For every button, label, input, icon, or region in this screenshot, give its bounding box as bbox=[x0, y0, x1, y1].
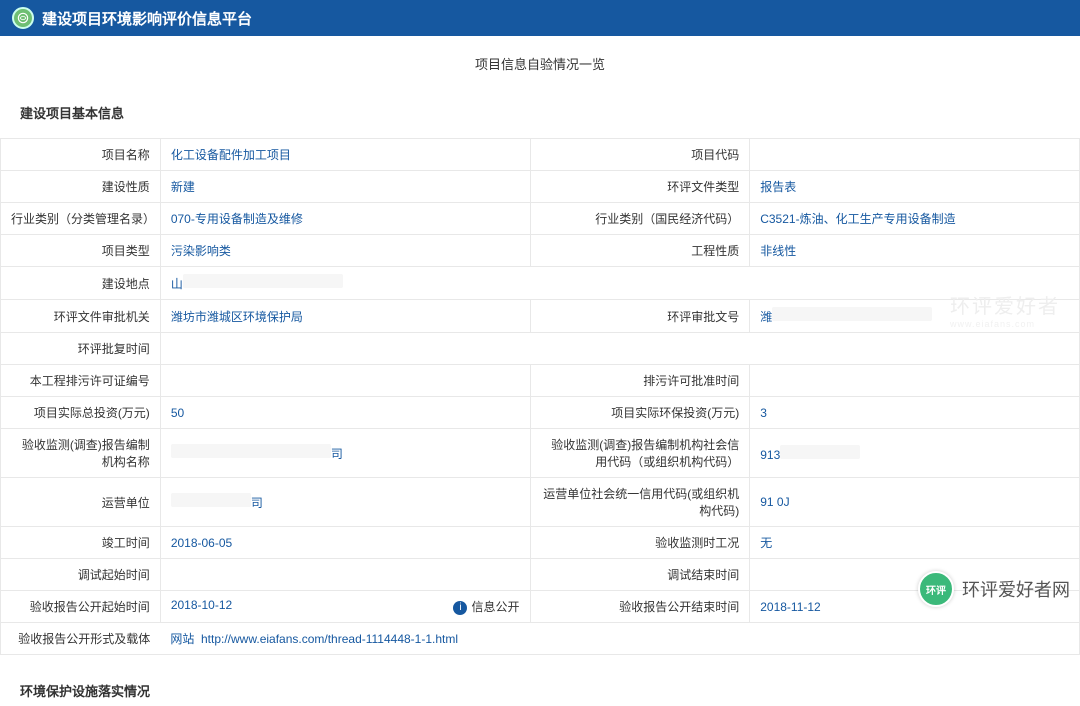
value-accept-org-code: 913 bbox=[750, 429, 1080, 478]
media-prefix: 网站 bbox=[170, 632, 194, 646]
value-project-type: 污染影响类 bbox=[160, 235, 530, 267]
value-discharge-permit-time bbox=[750, 365, 1080, 397]
label-industry-econ: 行业类别（国民经济代码） bbox=[530, 203, 750, 235]
watermark-badge: 环评 环评爱好者网 bbox=[918, 571, 1070, 607]
value-total-invest: 50 bbox=[160, 397, 530, 429]
label-complete-time: 竣工时间 bbox=[1, 527, 161, 559]
table-row: 环评文件审批机关 潍坊市潍城区环境保护局 环评审批文号 潍 bbox=[1, 300, 1080, 333]
section-basic-info-title: 建设项目基本信息 bbox=[0, 95, 1080, 130]
redacted-block bbox=[171, 493, 251, 507]
page-subtitle: 项目信息自验情况一览 bbox=[0, 36, 1080, 95]
label-debug-start: 调试起始时间 bbox=[1, 559, 161, 591]
media-url-link[interactable]: http://www.eiafans.com/thread-1114448-1-… bbox=[201, 632, 458, 646]
label-operator: 运营单位 bbox=[1, 478, 161, 527]
redacted-block bbox=[183, 274, 343, 288]
label-accept-org-code: 验收监测(调查)报告编制机构社会信用代码（或组织机构代码） bbox=[530, 429, 750, 478]
table-row: 行业类别（分类管理名录） 070-专用设备制造及维修 行业类别（国民经济代码） … bbox=[1, 203, 1080, 235]
table-row: 建设性质 新建 环评文件类型 报告表 bbox=[1, 171, 1080, 203]
label-report-pub-end: 验收报告公开结束时间 bbox=[530, 591, 750, 623]
value-report-pub-start: 2018-10-12 i信息公开 bbox=[160, 591, 530, 623]
table-row: 项目实际总投资(万元) 50 项目实际环保投资(万元) 3 bbox=[1, 397, 1080, 429]
value-env-invest: 3 bbox=[750, 397, 1080, 429]
label-eia-approval-no: 环评审批文号 bbox=[530, 300, 750, 333]
label-discharge-permit-no: 本工程排污许可证编号 bbox=[1, 365, 161, 397]
label-build-nature: 建设性质 bbox=[1, 171, 161, 203]
watermark-brand-name: 环评爱好者网 bbox=[962, 576, 1070, 602]
label-total-invest: 项目实际总投资(万元) bbox=[1, 397, 161, 429]
table-row: 验收监测(调查)报告编制机构名称 司 验收监测(调查)报告编制机构社会信用代码（… bbox=[1, 429, 1080, 478]
label-project-code: 项目代码 bbox=[530, 139, 750, 171]
label-operator-code: 运营单位社会统一信用代码(或组织机构代码) bbox=[530, 478, 750, 527]
label-eia-doc-type: 环评文件类型 bbox=[530, 171, 750, 203]
value-industry-cat: 070-专用设备制造及维修 bbox=[160, 203, 530, 235]
label-project-name: 项目名称 bbox=[1, 139, 161, 171]
value-eia-approval-no: 潍 bbox=[750, 300, 1080, 333]
label-industry-cat: 行业类别（分类管理名录） bbox=[1, 203, 161, 235]
label-eia-review-org: 环评文件审批机关 bbox=[1, 300, 161, 333]
label-report-pub-media: 验收报告公开形式及载体 bbox=[1, 623, 161, 655]
redacted-block bbox=[171, 444, 331, 458]
label-debug-end: 调试结束时间 bbox=[530, 559, 750, 591]
label-accept-org-name: 验收监测(调查)报告编制机构名称 bbox=[1, 429, 161, 478]
label-project-type: 项目类型 bbox=[1, 235, 161, 267]
value-eng-nature: 非线性 bbox=[750, 235, 1080, 267]
label-eia-approval-time: 环评批复时间 bbox=[1, 333, 161, 365]
redacted-block bbox=[780, 445, 860, 459]
table-row: 运营单位 司 运营单位社会统一信用代码(或组织机构代码) 91 0J bbox=[1, 478, 1080, 527]
value-project-code bbox=[750, 139, 1080, 171]
label-build-addr: 建设地点 bbox=[1, 267, 161, 300]
table-row: 项目类型 污染影响类 工程性质 非线性 bbox=[1, 235, 1080, 267]
value-operator: 司 bbox=[160, 478, 530, 527]
value-build-addr: 山 bbox=[160, 267, 1079, 300]
value-project-name: 化工设备配件加工项目 bbox=[160, 139, 530, 171]
value-report-pub-media: 网站 http://www.eiafans.com/thread-1114448… bbox=[160, 623, 1079, 655]
platform-title: 建设项目环境影响评价信息平台 bbox=[42, 8, 252, 29]
table-row: 本工程排污许可证编号 排污许可批准时间 bbox=[1, 365, 1080, 397]
value-monitor-status: 无 bbox=[750, 527, 1080, 559]
label-env-invest: 项目实际环保投资(万元) bbox=[530, 397, 750, 429]
top-header: 建设项目环境影响评价信息平台 bbox=[0, 0, 1080, 36]
platform-logo-icon bbox=[12, 7, 34, 29]
value-discharge-permit-no bbox=[160, 365, 530, 397]
value-eia-review-org: 潍坊市潍城区环境保护局 bbox=[160, 300, 530, 333]
value-build-nature: 新建 bbox=[160, 171, 530, 203]
label-eng-nature: 工程性质 bbox=[530, 235, 750, 267]
redacted-block bbox=[772, 307, 932, 321]
label-report-pub-start: 验收报告公开起始时间 bbox=[1, 591, 161, 623]
section-env-facility-title: 环境保护设施落实情况 bbox=[0, 673, 1080, 706]
table-row: 竣工时间 2018-06-05 验收监测时工况 无 bbox=[1, 527, 1080, 559]
label-discharge-permit-time: 排污许可批准时间 bbox=[530, 365, 750, 397]
info-public-text[interactable]: 信息公开 bbox=[471, 600, 519, 614]
watermark-avatar-icon: 环评 bbox=[918, 571, 954, 607]
value-operator-code: 91 0J bbox=[750, 478, 1080, 527]
table-row: 环评批复时间 bbox=[1, 333, 1080, 365]
value-eia-doc-type: 报告表 bbox=[750, 171, 1080, 203]
table-row-highlighted: 验收报告公开形式及载体 网站 http://www.eiafans.com/th… bbox=[1, 623, 1080, 655]
value-accept-org-name: 司 bbox=[160, 429, 530, 478]
value-industry-econ: C3521-炼油、化工生产专用设备制造 bbox=[750, 203, 1080, 235]
value-complete-time: 2018-06-05 bbox=[160, 527, 530, 559]
label-monitor-status: 验收监测时工况 bbox=[530, 527, 750, 559]
table-row: 项目名称 化工设备配件加工项目 项目代码 bbox=[1, 139, 1080, 171]
value-debug-start bbox=[160, 559, 530, 591]
table-row: 建设地点 山 bbox=[1, 267, 1080, 300]
value-eia-approval-time bbox=[160, 333, 1079, 365]
